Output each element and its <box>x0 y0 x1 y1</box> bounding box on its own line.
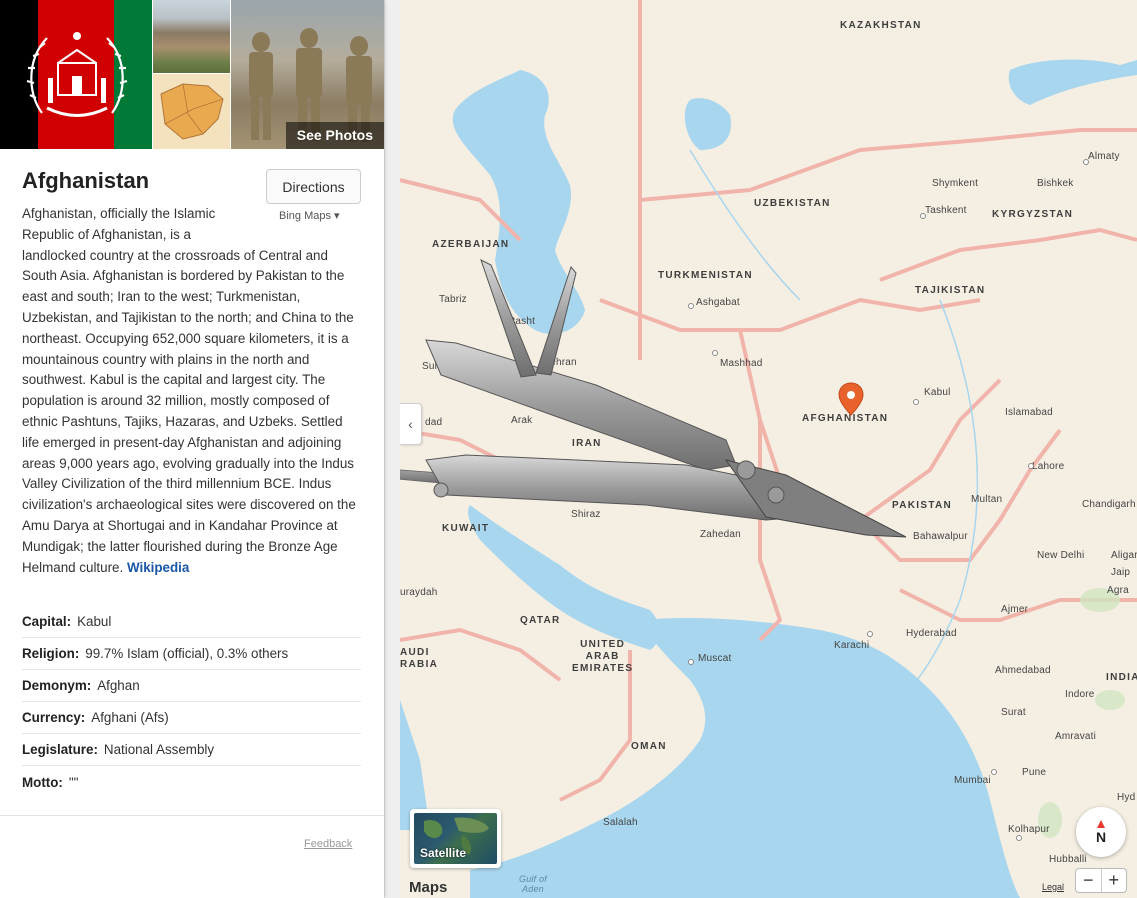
country-label-azerbaijan: AZERBAIJAN <box>432 239 510 250</box>
city-label-jaipur: Jaip <box>1111 567 1131 578</box>
country-label-india: INDIA <box>1106 672 1137 683</box>
info-panel: See Photos Afghanistan Directions Bing M… <box>0 0 384 898</box>
compass-north-label: N <box>1095 829 1107 845</box>
city-label-bahawalpur: Bahawalpur <box>913 531 968 542</box>
map-photo-image <box>160 83 224 140</box>
wikipedia-link[interactable]: Wikipedia <box>127 560 189 575</box>
soldiers-photo[interactable]: See Photos <box>231 0 384 149</box>
emblem-icon <box>26 32 128 117</box>
fact-key: Religion: <box>22 646 80 661</box>
apple-maps-logo: Maps <box>409 879 447 896</box>
city-label-hyderabad: Hyderabad <box>906 628 957 639</box>
see-photos-button[interactable]: See Photos <box>285 122 384 149</box>
city-dot <box>1028 463 1034 469</box>
city-label-hyd-india: Hyd <box>1117 792 1136 803</box>
collapse-panel-button[interactable]: ‹ <box>400 403 422 445</box>
mountain-photo[interactable] <box>153 0 230 73</box>
panel-edge <box>384 0 400 898</box>
city-label-kolhapur: Kolhapur <box>1008 824 1050 835</box>
fact-row-legislature: Legislature: National Assembly <box>22 734 361 766</box>
city-label-pune: Pune <box>1022 767 1047 778</box>
city-label-lahore: Lahore <box>1032 461 1065 472</box>
fact-key: Legislature: <box>22 742 98 757</box>
city-label-agra: Agra <box>1107 585 1129 596</box>
compass-arrow-icon <box>1097 820 1105 828</box>
country-label-uzbekistan: UZBEKISTAN <box>754 198 831 209</box>
city-label-salalah: Salalah <box>603 817 638 828</box>
description-float-spacer <box>234 204 362 242</box>
fact-value: Afghani (Afs) <box>91 710 169 725</box>
water-label-gulf-of-aden: Gulf of Aden <box>519 874 547 894</box>
fact-row-currency: Currency: Afghani (Afs) <box>22 702 361 734</box>
map-photo[interactable] <box>153 74 230 149</box>
city-label-new-delhi: New Delhi <box>1037 550 1085 561</box>
city-dot <box>867 631 873 637</box>
city-label-bishkek: Bishkek <box>1037 178 1074 189</box>
city-label-almaty: Almaty <box>1088 151 1120 162</box>
country-label-uae: UNITED ARAB EMIRATES <box>572 639 634 674</box>
fact-value: 99.7% Islam (official), 0.3% others <box>85 646 289 661</box>
country-label-qatar: QATAR <box>520 615 561 626</box>
fact-value: Kabul <box>77 614 112 629</box>
country-label-tajikistan: TAJIKISTAN <box>915 285 986 296</box>
city-label-amravati: Amravati <box>1055 731 1097 742</box>
city-label-mumbai: Mumbai <box>954 775 991 786</box>
fact-value: "" <box>68 774 79 790</box>
directions-button[interactable]: Directions <box>266 169 361 204</box>
city-label-ajmer: Ajmer <box>1001 604 1029 615</box>
photo-strip[interactable]: See Photos <box>0 0 384 149</box>
description-text: Afghanistan, officially the Islamic Repu… <box>22 206 356 575</box>
fact-key: Currency: <box>22 710 86 725</box>
zoom-out-button[interactable]: − <box>1076 869 1102 892</box>
fact-key: Capital: <box>22 614 72 629</box>
city-dot <box>1083 159 1089 165</box>
satellite-label: Satellite <box>420 846 467 860</box>
city-dot <box>1016 835 1022 841</box>
fact-row-religion: Religion: 99.7% Islam (official), 0.3% o… <box>22 638 361 670</box>
fact-value: National Assembly <box>103 742 215 757</box>
city-label-muscat: Muscat <box>698 653 732 664</box>
country-label-saudi-arabia: AUDI RABIA <box>400 647 439 670</box>
country-label-kazakhstan: KAZAKHSTAN <box>840 20 922 31</box>
city-label-shymkent: Shymkent <box>932 178 979 189</box>
city-label-indore: Indore <box>1065 689 1095 700</box>
city-label-chandigarh: Chandigarh <box>1082 499 1136 510</box>
compass-button[interactable]: N <box>1076 807 1126 857</box>
city-dot <box>688 659 694 665</box>
city-label-buraydah: uraydah <box>400 587 438 598</box>
country-label-kyrgyzstan: KYRGYZSTAN <box>992 209 1074 220</box>
city-label-tashkent: Tashkent <box>925 205 967 216</box>
fact-key: Demonym: <box>22 678 92 693</box>
city-dot <box>991 769 997 775</box>
zoom-control: − + <box>1075 868 1127 893</box>
fact-row-demonym: Demonym: Afghan <box>22 670 361 702</box>
satellite-thumbnail: Satellite <box>414 813 497 864</box>
place-title: Afghanistan <box>22 168 150 193</box>
city-dot <box>920 213 926 219</box>
city-label-aligarh: Aligar <box>1111 550 1137 561</box>
city-label-hubballi: Hubballi <box>1049 854 1087 865</box>
feedback-link[interactable]: Feedback <box>304 838 352 850</box>
city-label-surat: Surat <box>1001 707 1026 718</box>
city-label-karachi: Karachi <box>834 640 870 651</box>
city-label-multan: Multan <box>971 494 1003 505</box>
satellite-toggle-button[interactable]: Satellite <box>410 809 501 868</box>
fact-row-motto: Motto: "" <box>22 766 361 798</box>
city-label-ahmedabad: Ahmedabad <box>995 665 1051 676</box>
fact-row-capital: Capital: Kabul <box>22 606 361 638</box>
fact-value: Afghan <box>97 678 140 693</box>
maps-logo-text: Maps <box>409 879 448 896</box>
city-label-islamabad: Islamabad <box>1005 407 1053 418</box>
country-label-oman: OMAN <box>631 741 667 752</box>
zoom-in-button[interactable]: + <box>1102 869 1127 892</box>
fact-key: Motto: <box>22 774 63 790</box>
city-label-kabul: Kabul <box>924 387 951 398</box>
facts-list: Capital: Kabul Religion: 99.7% Islam (of… <box>22 606 361 798</box>
place-description: Afghanistan, officially the Islamic Repu… <box>22 204 362 578</box>
legal-link[interactable]: Legal <box>1042 882 1064 892</box>
panel-divider <box>0 815 384 816</box>
